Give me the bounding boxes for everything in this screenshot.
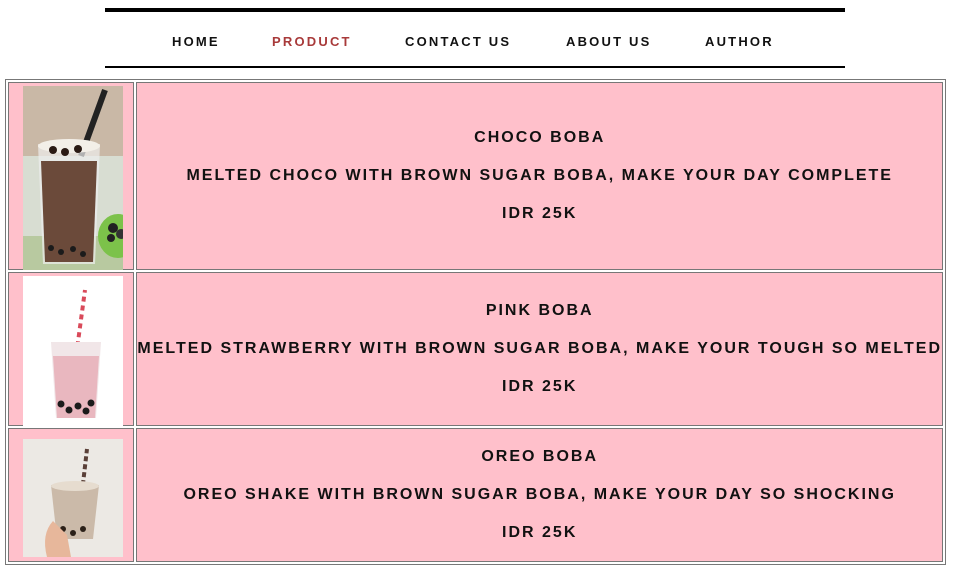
- product-description: MELTED CHOCO WITH BROWN SUGAR BOBA, MAKE…: [186, 167, 893, 184]
- choco-boba-image: [23, 86, 123, 270]
- product-row: CHOCO BOBA MELTED CHOCO WITH BROWN SUGAR…: [8, 82, 943, 270]
- product-image-cell: [8, 82, 135, 270]
- nav-contact-us[interactable]: CONTACT US: [405, 34, 511, 49]
- product-table: CHOCO BOBA MELTED CHOCO WITH BROWN SUGAR…: [5, 79, 946, 565]
- product-image-cell: [8, 428, 135, 562]
- nav-product[interactable]: PRODUCT: [272, 34, 352, 49]
- product-price: IDR 25K: [502, 205, 578, 222]
- product-info-cell: CHOCO BOBA MELTED CHOCO WITH BROWN SUGAR…: [136, 82, 943, 270]
- top-navigation: HOME PRODUCT CONTACT US ABOUT US AUTHOR: [105, 8, 845, 68]
- nav-home[interactable]: HOME: [172, 34, 220, 49]
- nav-author[interactable]: AUTHOR: [705, 34, 774, 49]
- product-description: MELTED STRAWBERRY WITH BROWN SUGAR BOBA,…: [137, 340, 942, 357]
- product-name: PINK BOBA: [485, 302, 594, 319]
- product-row: OREO BOBA OREO SHAKE WITH BROWN SUGAR BO…: [8, 428, 943, 562]
- product-info-cell: OREO BOBA OREO SHAKE WITH BROWN SUGAR BO…: [136, 428, 943, 562]
- product-info-cell: PINK BOBA MELTED STRAWBERRY WITH BROWN S…: [136, 272, 943, 426]
- oreo-boba-image: [23, 439, 123, 557]
- product-name: CHOCO BOBA: [474, 129, 606, 146]
- nav-about-us[interactable]: ABOUT US: [566, 34, 652, 49]
- product-image-cell: [8, 272, 135, 426]
- product-description: OREO SHAKE WITH BROWN SUGAR BOBA, MAKE Y…: [183, 486, 896, 503]
- pink-boba-image: [23, 276, 123, 426]
- product-row: PINK BOBA MELTED STRAWBERRY WITH BROWN S…: [8, 272, 943, 426]
- product-price: IDR 25K: [502, 378, 578, 395]
- product-price: IDR 25K: [502, 524, 578, 541]
- product-name: OREO BOBA: [481, 448, 599, 465]
